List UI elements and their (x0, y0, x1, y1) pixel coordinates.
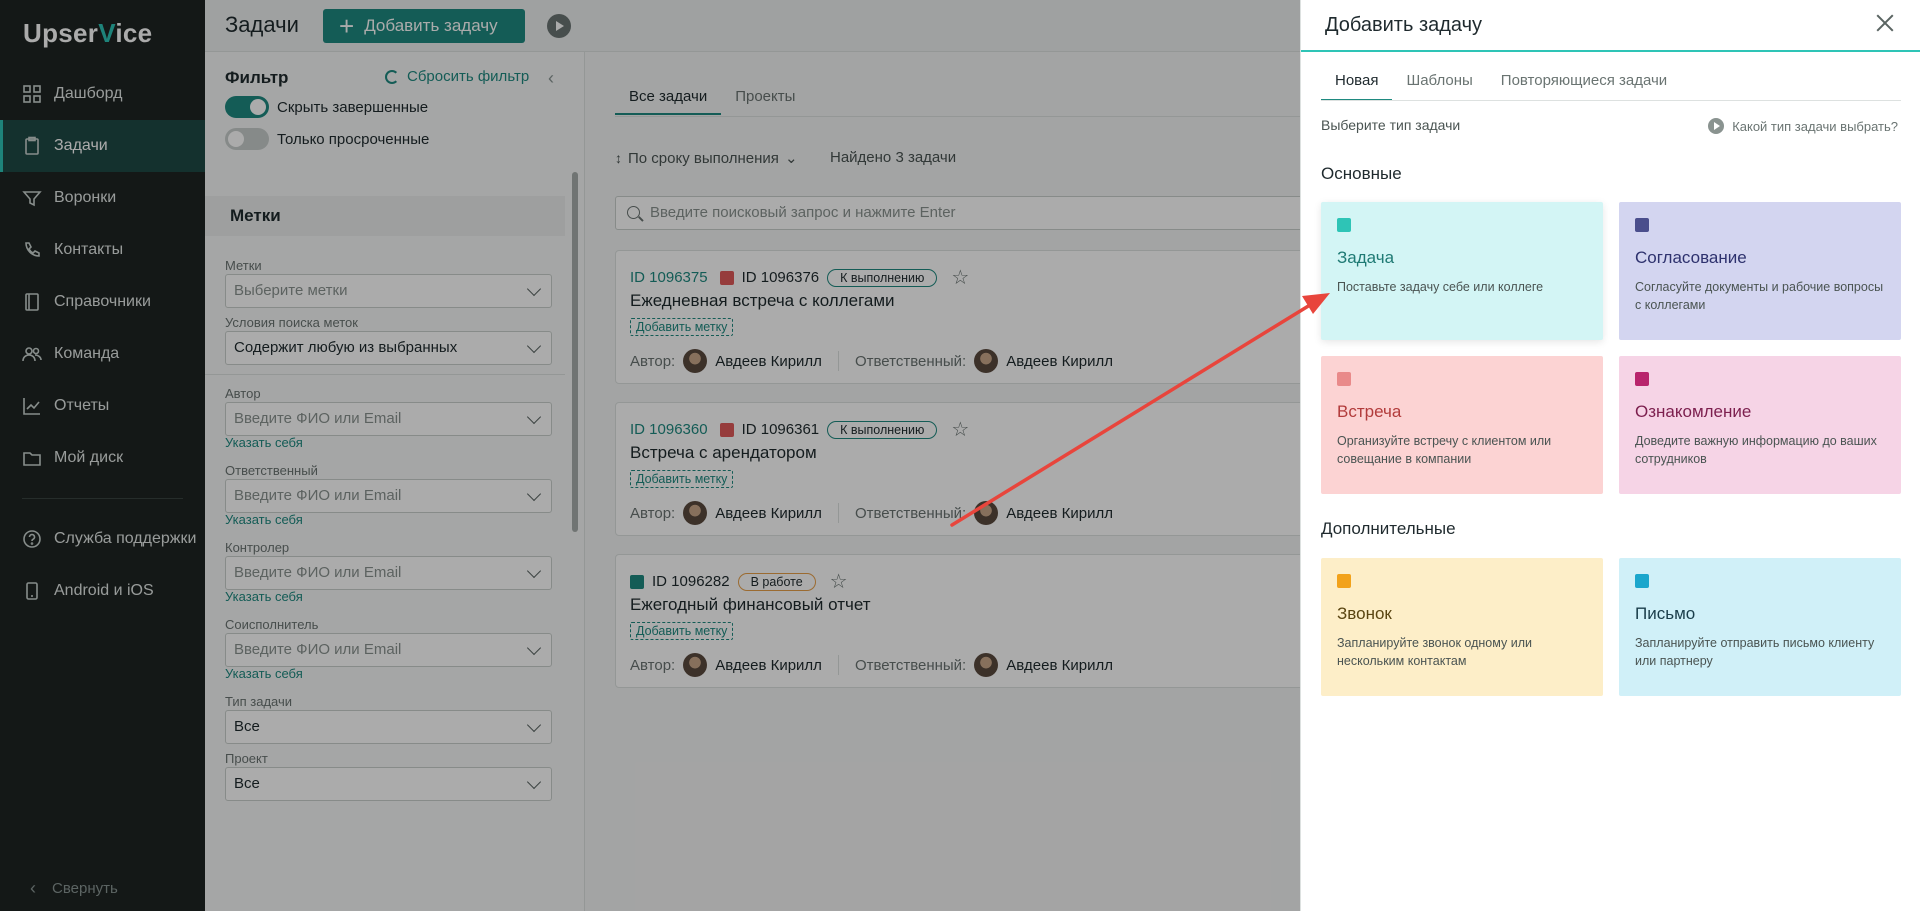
drawer-title: Добавить задачу (1325, 14, 1483, 36)
task-type-description: Запланируйте отправить письмо клиенту ил… (1635, 636, 1875, 668)
play-icon (1708, 118, 1725, 134)
drawer-accent-line (1301, 50, 1920, 52)
help-link-label: Какой тип задачи выбрать? (1732, 118, 1898, 134)
task-list-icon (1337, 218, 1351, 232)
tab-recurring[interactable]: Повторяющиеся задачи (1487, 70, 1681, 101)
tab-templates[interactable]: Шаблоны (1392, 70, 1486, 101)
task-type-description: Доведите важную информацию до ваших сотр… (1635, 434, 1877, 466)
close-icon[interactable] (1874, 12, 1896, 34)
group-extra-heading: Дополнительные (1321, 519, 1456, 538)
which-type-help-link[interactable]: Какой тип задачи выбрать? (1708, 118, 1898, 134)
drawer-tabs-divider (1321, 100, 1901, 101)
task-type-description: Поставьте задачу себе или коллеге (1337, 280, 1544, 294)
task-type-description: Согласуйте документы и рабочие вопросы с… (1635, 280, 1884, 312)
task-type-name: Ознакомление (1635, 402, 1752, 421)
task-type-name: Письмо (1635, 604, 1696, 623)
task-type-approval[interactable]: Согласование Согласуйте документы и рабо… (1619, 202, 1901, 340)
phone-icon (1337, 574, 1351, 588)
task-type-acquaintance[interactable]: Ознакомление Доведите важную информацию … (1619, 356, 1901, 494)
add-task-drawer: Добавить задачу Новая Шаблоны Повторяющи… (1300, 0, 1920, 911)
task-type-name: Звонок (1337, 604, 1392, 623)
mail-icon (1635, 574, 1649, 588)
task-type-name: Встреча (1337, 402, 1402, 421)
choose-type-label: Выберите тип задачи (1321, 117, 1461, 133)
tab-new[interactable]: Новая (1321, 70, 1393, 101)
task-type-meeting[interactable]: Встреча Организуйте встречу с клиентом и… (1321, 356, 1603, 494)
task-type-name: Согласование (1635, 248, 1747, 267)
group-main-heading: Основные (1321, 164, 1402, 183)
task-type-call[interactable]: Звонок Запланируйте звонок одному или не… (1321, 558, 1603, 696)
task-type-task[interactable]: Задача Поставьте задачу себе или коллеге (1321, 202, 1603, 340)
task-type-name: Задача (1337, 248, 1395, 267)
approval-icon (1635, 218, 1649, 232)
clock-icon (1337, 372, 1351, 386)
task-type-letter[interactable]: Письмо Запланируйте отправить письмо кли… (1619, 558, 1901, 696)
drawer-tabs: Новая Шаблоны Повторяющиеся задачи (1321, 70, 1681, 101)
task-type-description: Запланируйте звонок одному или нескольки… (1337, 636, 1532, 668)
modal-backdrop[interactable] (0, 0, 1300, 911)
task-type-description: Организуйте встречу с клиентом или совещ… (1337, 434, 1552, 466)
eye-icon (1635, 372, 1649, 386)
